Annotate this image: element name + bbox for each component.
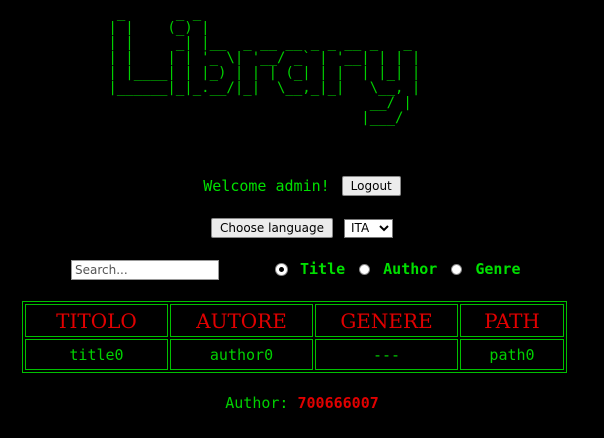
cell-title: title0 <box>25 339 168 370</box>
filter-title-radio[interactable] <box>276 263 287 275</box>
column-header-author: AUTORE <box>170 304 313 337</box>
logout-button[interactable]: Logout <box>341 176 401 196</box>
welcome-message: Welcome admin! <box>203 177 330 195</box>
footer-author-value: 700666007 <box>297 394 379 412</box>
books-table: TITOLO AUTORE GENERE PATH title0 author0… <box>22 301 567 373</box>
language-select[interactable]: ITA <box>344 218 393 238</box>
filter-genre-radio[interactable] <box>451 263 463 275</box>
filter-author-radio[interactable] <box>359 263 371 275</box>
library-ascii-logo: _ _ _ | | (_) | | | _| |__ _ __ __ _ _ _… <box>108 5 421 126</box>
choose-language-button[interactable]: Choose language <box>211 218 333 238</box>
footer-author-label: Author: <box>225 394 289 412</box>
filter-title-label: Title <box>300 260 346 278</box>
language-row: Choose language ITA <box>0 218 604 238</box>
cell-genre: --- <box>315 339 458 370</box>
cell-author: author0 <box>170 339 313 370</box>
filter-author-option[interactable]: Author <box>359 260 437 278</box>
welcome-row: Welcome admin! Logout <box>0 176 604 196</box>
filter-genre-option[interactable]: Genre <box>451 260 521 278</box>
column-header-path: PATH <box>460 304 564 337</box>
search-input[interactable] <box>71 260 219 280</box>
search-filter-radio-group: Title Author Genre <box>276 260 535 278</box>
footer: Author: 700666007 <box>0 394 604 412</box>
filter-author-label: Author <box>383 260 438 278</box>
filter-title-option[interactable]: Title <box>276 260 345 278</box>
cell-path: path0 <box>460 339 564 370</box>
column-header-genre: GENERE <box>315 304 458 337</box>
column-header-title: TITOLO <box>25 304 168 337</box>
table-header-row: TITOLO AUTORE GENERE PATH <box>25 304 564 337</box>
table-row: title0 author0 --- path0 <box>25 339 564 370</box>
filter-genre-label: Genre <box>475 260 521 278</box>
